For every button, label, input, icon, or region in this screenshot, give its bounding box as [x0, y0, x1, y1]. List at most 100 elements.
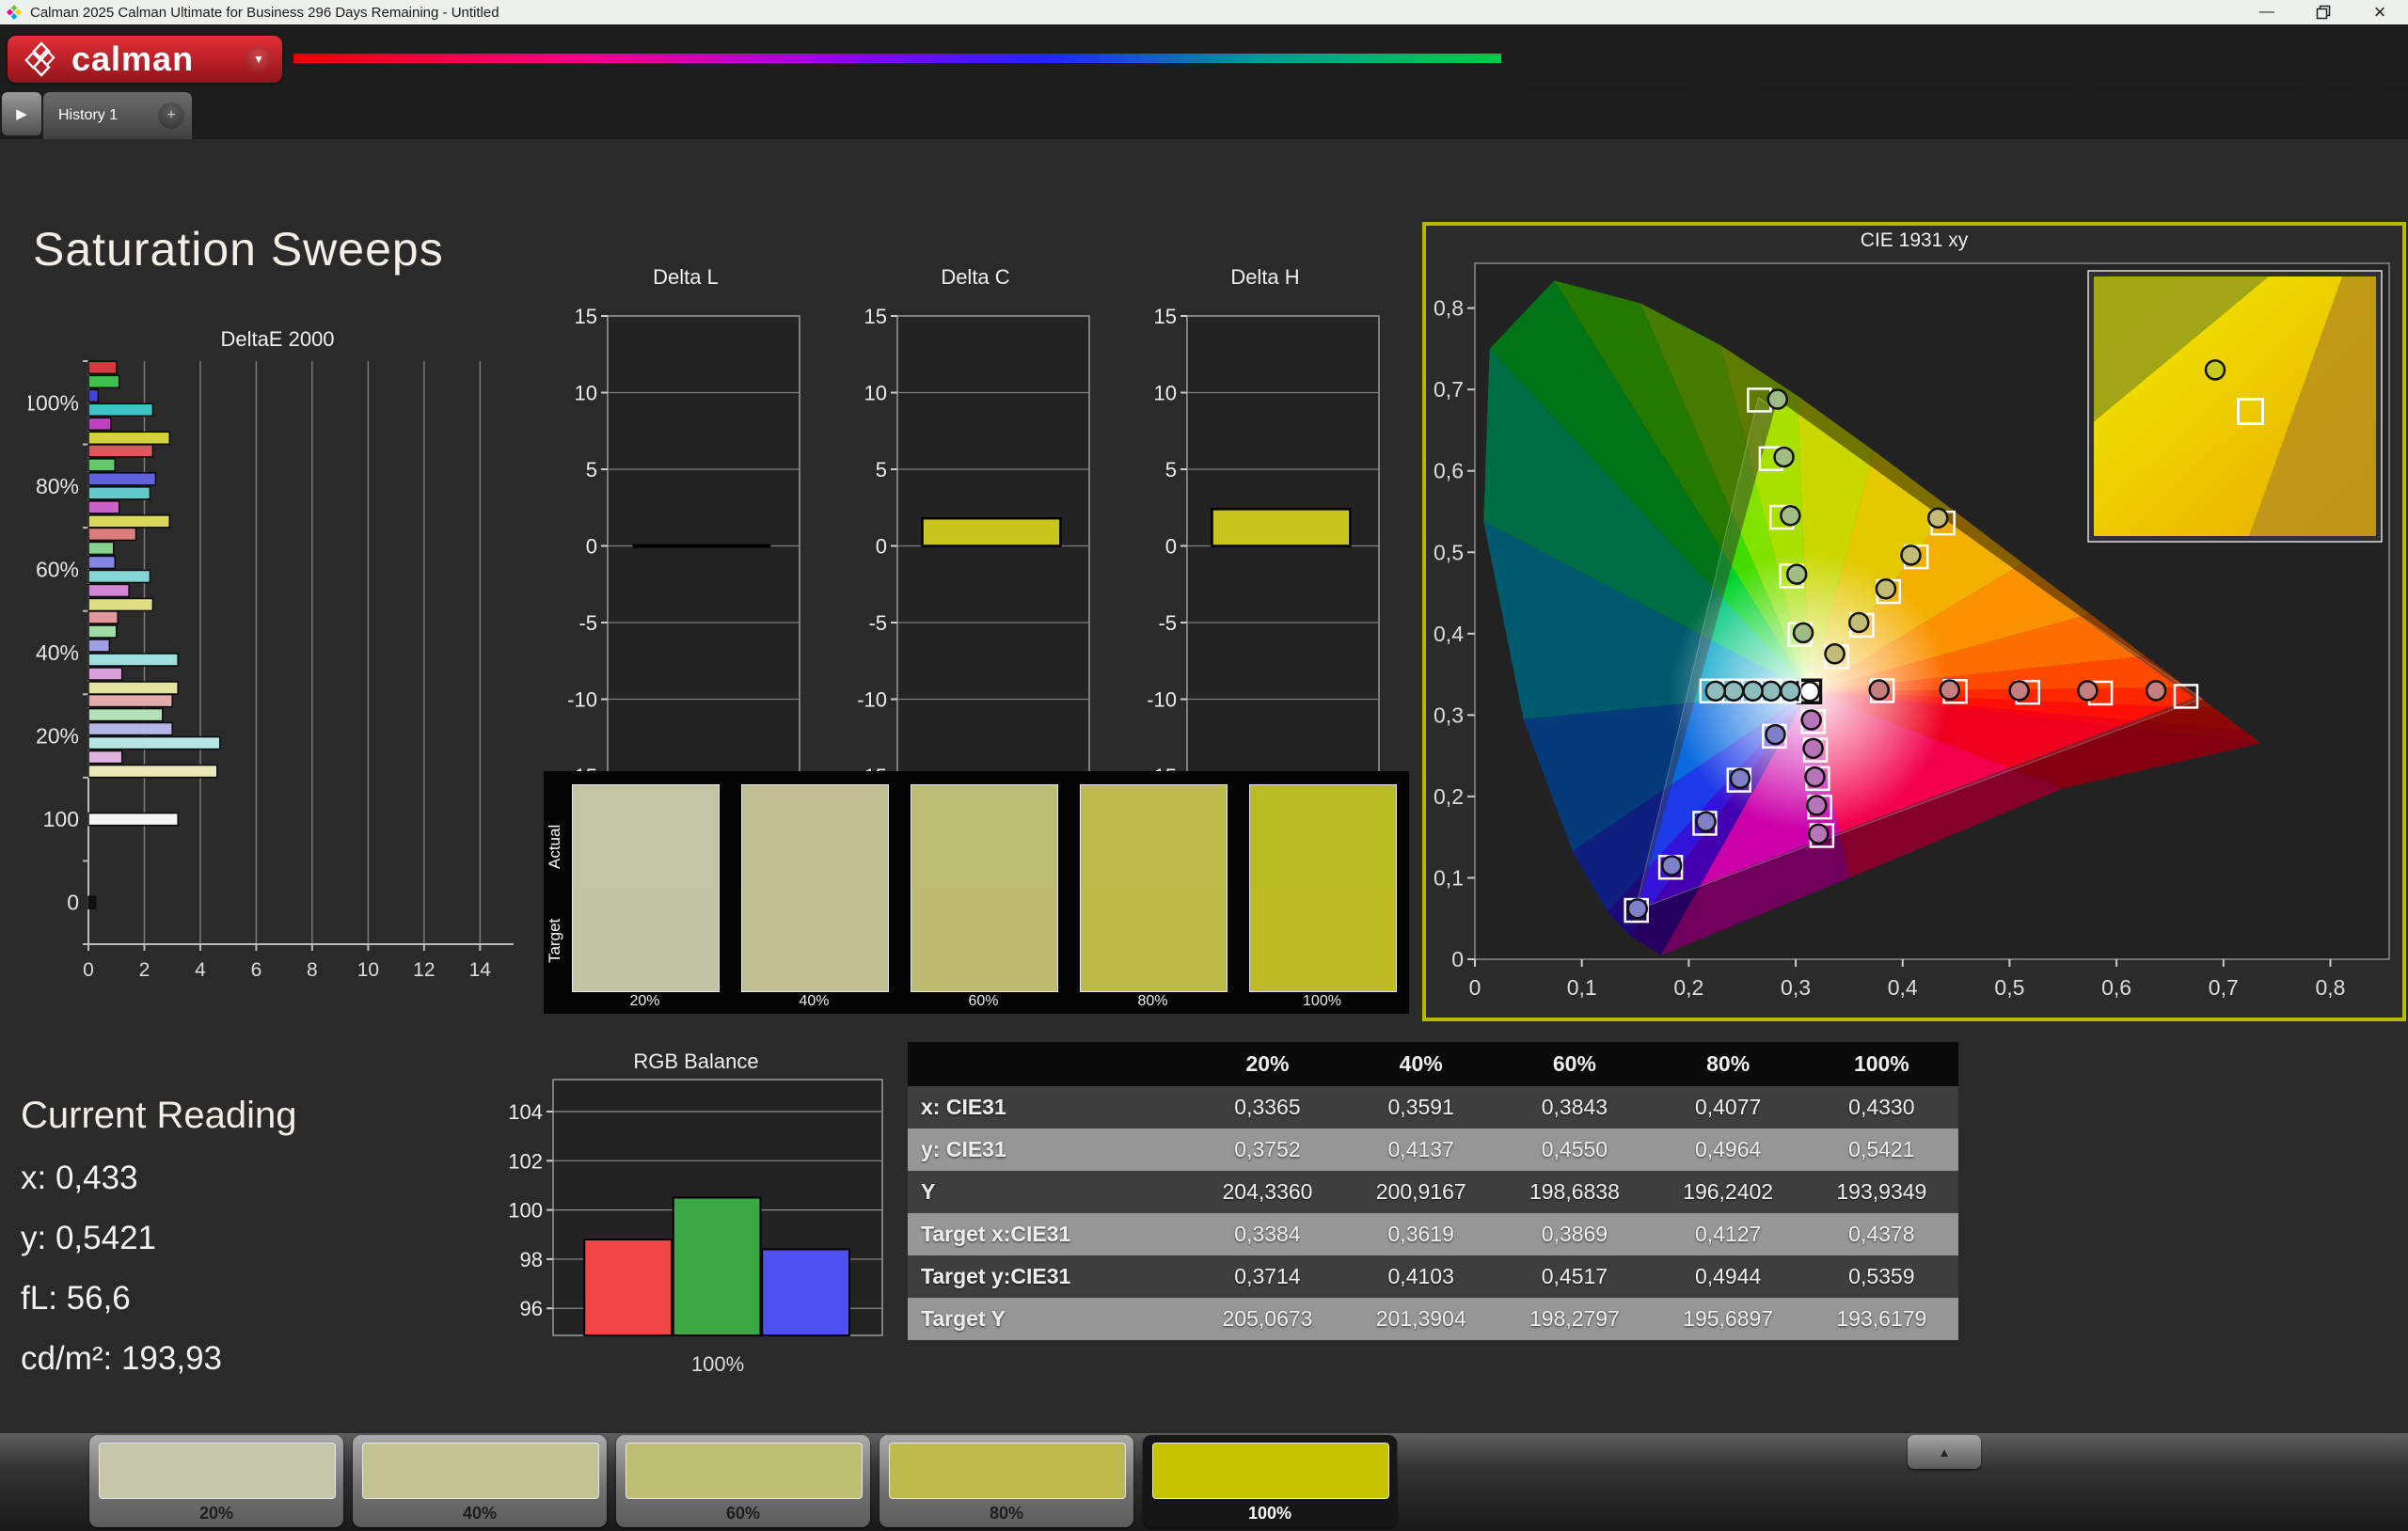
add-tab-button[interactable]: + [158, 103, 184, 129]
deltae-bar [88, 723, 172, 735]
cie-measured-marker [1744, 682, 1763, 701]
deltae-bar [88, 695, 172, 707]
actual-target-strip: Actual Target 20%40%60%80%100% [544, 771, 1409, 1014]
cie-measured-marker [1870, 681, 1889, 700]
svg-text:0,4: 0,4 [1434, 622, 1464, 646]
svg-text:4: 4 [195, 959, 206, 981]
svg-text:20%: 20% [36, 724, 79, 749]
cie-measured-marker [1706, 682, 1725, 701]
table-column-header: 20% [1191, 1051, 1344, 1077]
svg-text:0,6: 0,6 [2101, 975, 2131, 1000]
delta-c-title: Delta C [854, 265, 1097, 290]
restore-button[interactable] [2295, 0, 2352, 24]
pattern-swatch [99, 1443, 336, 1499]
deltae-bar [88, 751, 122, 764]
calman-menu-arrow[interactable]: ▼ [245, 46, 273, 72]
cie-measured-marker [1804, 739, 1823, 758]
table-column-header: 40% [1344, 1051, 1497, 1077]
window-title: Calman 2025 Calman Ultimate for Business… [30, 5, 499, 21]
svg-text:0,1: 0,1 [1567, 975, 1597, 1000]
close-icon: × [2374, 0, 2386, 24]
svg-text:2: 2 [139, 959, 150, 981]
cie-measured-marker [1787, 565, 1806, 584]
chevron-down-icon: ▼ [253, 53, 264, 66]
svg-text:8: 8 [307, 959, 318, 981]
pattern-button-100%[interactable]: 100% [1143, 1435, 1397, 1527]
svg-text:0,7: 0,7 [2209, 975, 2239, 1000]
deltae-bar [88, 737, 220, 750]
table-cell: 0,4964 [1652, 1137, 1805, 1162]
svg-text:0: 0 [67, 891, 79, 915]
reading-fl: fL: 56,6 [21, 1280, 297, 1318]
table-cell: 200,9167 [1344, 1179, 1497, 1205]
table-row: Target Y205,0673201,3904198,2797195,6897… [908, 1298, 1958, 1340]
cie-1931-panel: CIE 1931 xy 000,10,10,20,20,30,30,40,40,… [1422, 222, 2406, 1021]
app-logo-icon [6, 4, 23, 21]
svg-text:10: 10 [357, 959, 379, 981]
strip-column-label: 60% [911, 993, 1056, 1010]
strip-column-label: 80% [1080, 993, 1226, 1010]
table-cell: 193,6179 [1805, 1306, 1958, 1332]
deltae-bar [88, 766, 217, 778]
table-row-label: Target y:CIE31 [908, 1264, 1191, 1289]
table-row: Target x:CIE310,33840,36190,38690,41270,… [908, 1213, 1958, 1255]
tab-history-1[interactable]: History 1 + [43, 92, 192, 139]
table-cell: 205,0673 [1191, 1306, 1344, 1332]
delta-h-title: Delta H [1144, 265, 1386, 290]
target-row-label: Target [546, 892, 568, 989]
table-cell: 0,5421 [1805, 1137, 1958, 1162]
svg-text:-10: -10 [857, 688, 887, 712]
svg-text:0,8: 0,8 [1434, 296, 1464, 321]
cie-measured-marker [1781, 506, 1799, 525]
table-row: y: CIE310,37520,41370,45500,49640,5421 [908, 1129, 1958, 1171]
deltae-bar [88, 625, 117, 638]
cie-measured-marker [1928, 509, 1947, 528]
layout-area: Saturation Sweeps DeltaE 2000 0246810121… [0, 139, 2408, 1433]
pattern-button-20%[interactable]: 20% [89, 1435, 343, 1527]
cie-measured-marker [1697, 813, 1716, 831]
minimize-button[interactable]: — [2239, 0, 2295, 24]
svg-text:15: 15 [1154, 305, 1177, 328]
cie-measured-marker [1662, 856, 1681, 875]
cie-measured-marker [1941, 681, 1959, 700]
cie-measured-marker [1731, 769, 1750, 788]
deltae-bar [88, 542, 114, 554]
pattern-button-label: 60% [616, 1504, 870, 1523]
reading-x: x: 0,433 [21, 1160, 297, 1197]
tab-scroll-button[interactable]: ▶ [2, 92, 41, 135]
strip-column-label: 20% [572, 993, 718, 1010]
pattern-swatch [626, 1443, 863, 1499]
svg-text:-5: -5 [1158, 611, 1177, 635]
target-swatch-20% [572, 888, 720, 992]
delta-l-title: Delta L [564, 265, 807, 290]
actual-swatch-40% [741, 784, 889, 889]
table-cell: 0,3365 [1191, 1095, 1344, 1120]
calman-window: Calman 2025 Calman Ultimate for Business… [0, 0, 2408, 1531]
table-header-row: 20%40%60%80%100% [908, 1042, 1958, 1086]
pattern-button-80%[interactable]: 80% [879, 1435, 1133, 1527]
transport-collapse-button[interactable]: ▲ [1908, 1435, 1981, 1469]
svg-text:0: 0 [1451, 947, 1464, 971]
svg-text:100%: 100% [28, 390, 79, 415]
calman-menu-button[interactable]: calman ▼ [8, 36, 282, 83]
restore-icon [2316, 5, 2331, 20]
svg-text:5: 5 [1165, 458, 1177, 481]
table-cell: 0,4517 [1497, 1264, 1651, 1289]
svg-text:10: 10 [575, 382, 597, 405]
cie-measured-marker [1775, 448, 1794, 466]
close-button[interactable]: × [2352, 0, 2408, 24]
cie-measured-marker [1807, 796, 1826, 814]
calman-logo-text: calman [71, 39, 194, 79]
svg-text:5: 5 [876, 458, 887, 481]
svg-text:6: 6 [251, 959, 262, 981]
cie-chart-title: CIE 1931 xy [1426, 229, 2402, 252]
svg-text:0: 0 [1165, 535, 1177, 559]
cie-measured-marker [1877, 579, 1895, 598]
target-swatch-60% [911, 888, 1058, 992]
pattern-button-40%[interactable]: 40% [353, 1435, 607, 1527]
svg-text:-10: -10 [1147, 688, 1177, 712]
actual-swatch-80% [1080, 784, 1228, 889]
pattern-button-60%[interactable]: 60% [616, 1435, 870, 1527]
svg-text:0: 0 [83, 959, 94, 981]
svg-text:0,5: 0,5 [1994, 975, 2024, 1000]
